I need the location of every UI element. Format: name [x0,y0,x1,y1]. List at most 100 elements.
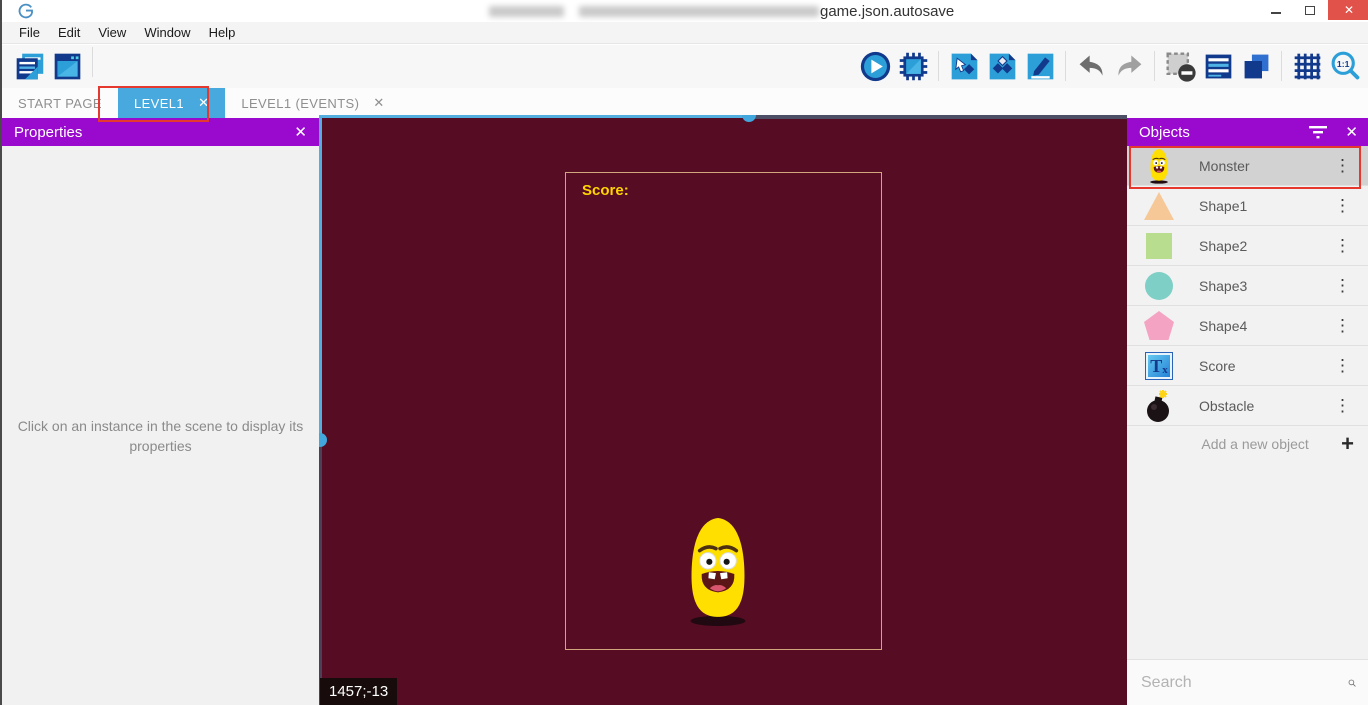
tab-label: LEVEL1 [134,96,184,111]
restore-button[interactable] [1294,0,1326,20]
kebab-menu-icon[interactable]: ⋮ [1330,276,1356,296]
instances-list-icon [1202,50,1235,83]
object-row-shape1[interactable]: Shape1 ⋮ [1127,186,1368,226]
close-button[interactable]: ✕ [1328,0,1368,20]
kebab-menu-icon[interactable]: ⋮ [1330,236,1356,256]
properties-panel: Properties ✕ Click on an instance in the… [2,118,319,705]
layers-button[interactable] [1237,47,1275,85]
properties-header: Properties ✕ [2,118,319,146]
tab-close-icon[interactable]: ✕ [373,95,384,111]
zoom-reset-button[interactable]: 1:1 [1326,47,1364,85]
tab-label: LEVEL1 (EVENTS) [241,96,359,111]
objects-title: Objects [1139,124,1190,141]
kebab-menu-icon[interactable]: ⋮ [1330,356,1356,376]
pentagon-icon [1141,308,1177,344]
play-icon [859,50,892,83]
start-page-button[interactable] [48,47,86,85]
pencil-icon [1024,50,1057,83]
tab-close-icon[interactable]: ✕ [198,95,209,111]
debug-button[interactable] [894,47,932,85]
vertical-scrollbar-fill[interactable] [319,115,322,440]
menu-help[interactable]: Help [200,25,245,40]
toolbar-divider [92,47,93,77]
undo-button[interactable] [1072,47,1110,85]
layers-icon [1240,50,1273,83]
toolbar-divider [1154,51,1155,81]
horizontal-scrollbar-thumb[interactable] [742,115,756,122]
close-icon[interactable]: ✕ [294,123,307,141]
plus-icon: + [1341,431,1354,457]
horizontal-scrollbar-track[interactable] [749,115,1127,119]
project-manager-button[interactable] [10,47,48,85]
horizontal-scrollbar-fill[interactable] [319,115,749,118]
search-input[interactable] [1141,674,1348,692]
menu-view[interactable]: View [89,25,135,40]
toggle-grid-button[interactable] [1288,47,1326,85]
monster-instance[interactable] [682,515,754,627]
object-row-score[interactable]: Tx Score ⋮ [1127,346,1368,386]
tab-label: START PAGE [18,96,102,111]
circle-icon [1141,268,1177,304]
filter-icon[interactable] [1309,125,1327,139]
preview-play-button[interactable] [856,47,894,85]
instances-list-button[interactable] [1199,47,1237,85]
properties-title: Properties [14,124,82,141]
title-bar: game.json.autosave ✕ [2,0,1368,22]
zoom-1to1-icon: 1:1 [1329,50,1362,83]
add-object-label: Add a new object [1143,436,1341,452]
add-object-button[interactable]: Add a new object + [1127,426,1368,462]
tab-level1-events[interactable]: LEVEL1 (EVENTS) ✕ [225,88,400,118]
redo-icon [1113,50,1146,83]
svg-text:1:1: 1:1 [1336,58,1349,68]
object-row-shape3[interactable]: Shape3 ⋮ [1127,266,1368,306]
triangle-icon [1141,188,1177,224]
object-row-shape2[interactable]: Shape2 ⋮ [1127,226,1368,266]
restore-icon [1305,6,1315,15]
minimize-button[interactable] [1260,0,1292,20]
edit-objects-button[interactable] [945,47,983,85]
edit-scene-properties-button[interactable] [1021,47,1059,85]
debugger-icon [897,50,930,83]
mask-remove-icon [1164,50,1197,83]
object-label: Obstacle [1199,398,1330,414]
properties-empty-message: Click on an instance in the scene to dis… [11,416,311,457]
kebab-menu-icon[interactable]: ⋮ [1330,396,1356,416]
object-row-obstacle[interactable]: Obstacle ⋮ [1127,386,1368,426]
clear-mask-button[interactable] [1161,47,1199,85]
close-icon[interactable]: ✕ [1345,123,1358,141]
grid-icon [1291,50,1324,83]
redacted-title-segment [489,6,564,17]
menu-window[interactable]: Window [135,25,199,40]
edit-instances-button[interactable] [983,47,1021,85]
toolbar-divider [938,51,939,81]
kebab-menu-icon[interactable]: ⋮ [1330,196,1356,216]
bomb-icon [1141,388,1177,424]
editor-tabs: START PAGE LEVEL1 ✕ LEVEL1 (EVENTS) ✕ [2,88,1368,118]
scene-canvas[interactable]: Score: 1457;-13 [319,115,1127,705]
object-label: Score [1199,358,1330,374]
redo-button[interactable] [1110,47,1148,85]
start-page-icon [51,50,84,83]
kebab-menu-icon[interactable]: ⋮ [1330,156,1356,176]
vertical-scrollbar-track[interactable] [319,440,322,705]
toolbar-divider [1065,51,1066,81]
menu-edit[interactable]: Edit [49,25,89,40]
menu-bar: File Edit View Window Help [2,22,1368,44]
score-text-instance[interactable]: Score: [582,182,629,199]
tab-start-page[interactable]: START PAGE [2,88,118,118]
minimize-icon [1271,12,1281,14]
object-label: Monster [1199,158,1330,174]
undo-icon [1075,50,1108,83]
tab-level1[interactable]: LEVEL1 ✕ [118,88,225,118]
instances-cubes-icon [986,50,1019,83]
objects-panel: Objects ✕ Monster ⋮ Shape1 ⋮ Shape2 ⋮ Sh… [1127,118,1368,705]
gdevelop-logo-icon [18,3,34,19]
object-row-monster[interactable]: Monster ⋮ [1127,146,1368,186]
object-label: Shape3 [1199,278,1330,294]
objects-header: Objects ✕ [1127,118,1368,146]
menu-file[interactable]: File [10,25,49,40]
kebab-menu-icon[interactable]: ⋮ [1330,316,1356,336]
object-row-shape4[interactable]: Shape4 ⋮ [1127,306,1368,346]
vertical-scrollbar-thumb[interactable] [319,433,327,447]
window-title: game.json.autosave [820,3,954,20]
